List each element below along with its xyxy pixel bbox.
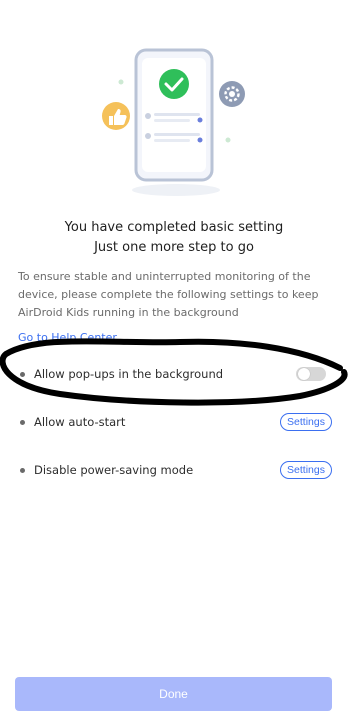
toggle-knob [298,368,310,380]
setting-label: Allow auto-start [34,415,126,429]
bullet [20,371,25,377]
power-saving-settings-button[interactable]: Settings [280,461,332,479]
setting-row-power-saving: Disable power-saving mode Settings [18,458,332,482]
description-text: To ensure stable and uninterrupted monit… [18,270,319,319]
checkmark-icon [159,69,189,99]
autostart-settings-button[interactable]: Settings [280,413,332,431]
setting-row-autostart: Allow auto-start Settings [18,410,332,434]
setting-row-popups: Allow pop-ups in the background [18,362,332,386]
headline-line2: Just one more step to go [94,240,254,255]
done-button[interactable]: Done [15,677,332,711]
setting-label: Allow pop-ups in the background [34,367,224,381]
thumbs-up-icon [102,102,130,130]
headline-line1: You have completed basic setting [64,220,284,235]
headline: You have completed basic setting Just on… [0,218,348,258]
gear-icon [219,81,245,107]
setup-illustration [102,48,245,196]
popups-toggle[interactable] [296,367,326,381]
bullet [20,467,25,473]
bullet [20,419,25,425]
setting-label: Disable power-saving mode [34,463,194,477]
help-center-link[interactable]: Go to Help Center [18,330,117,346]
